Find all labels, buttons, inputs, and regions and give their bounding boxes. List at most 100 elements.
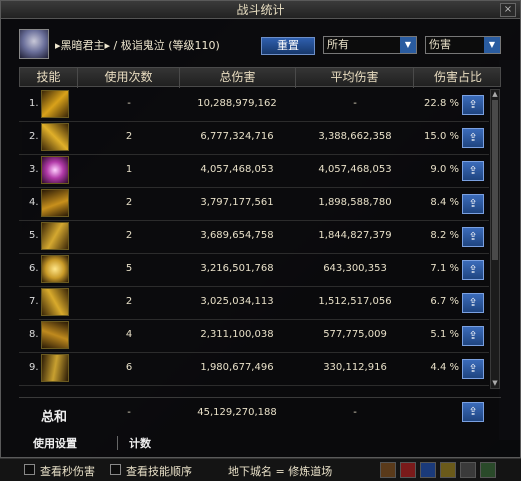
row-total: 2,311,100,038 <box>200 329 274 340</box>
row-count: 2 <box>125 230 133 241</box>
tab-divider <box>117 436 118 450</box>
skill-order-label: 查看技能顺序 <box>126 465 192 478</box>
tab-settings[interactable]: 使用设置 <box>33 435 77 451</box>
skill-icon <box>41 222 69 250</box>
status-bar: 查看秒伤害 查看技能顺序 地下城名 = 修炼道场 <box>0 458 521 481</box>
share-icon[interactable]: ⇪ <box>462 260 484 280</box>
menu-icon[interactable] <box>480 462 496 478</box>
chevron-down-icon[interactable]: ▼ <box>484 37 500 53</box>
col-total[interactable]: 总伤害 <box>180 68 296 88</box>
total-damage: 45,129,270,188 <box>197 407 277 418</box>
share-icon[interactable]: ⇪ <box>462 227 484 247</box>
row-count: 2 <box>125 296 133 307</box>
row-count: 2 <box>125 131 133 142</box>
scroll-up-icon[interactable]: ▲ <box>491 90 499 99</box>
row-total: 3,025,034,113 <box>200 296 274 307</box>
row-total: 4,057,468,053 <box>200 164 274 175</box>
row-total: 1,980,677,496 <box>200 362 274 373</box>
row-avg: - <box>353 98 357 109</box>
row-rank: 7. <box>29 296 39 307</box>
share-icon[interactable]: ⇪ <box>462 194 484 214</box>
row-count: 6 <box>125 362 133 373</box>
row-count: 2 <box>125 197 133 208</box>
table-header: 技能 使用次数 总伤害 平均伤害 伤害占比 <box>19 67 502 88</box>
character-avatar <box>19 29 49 59</box>
table-row: 1. - 10,288,979,162 - 22.8 % ⇪ <box>19 89 489 122</box>
col-avg[interactable]: 平均伤害 <box>296 68 414 88</box>
row-rank: 5. <box>29 230 39 241</box>
row-total: 3,216,501,768 <box>200 263 274 274</box>
total-row: 总和 - 45,129,270,188 - ⇪ <box>19 397 501 427</box>
row-avg: 1,844,827,379 <box>318 230 392 241</box>
mp-potion-icon[interactable] <box>420 462 436 478</box>
row-share: 8.2 % <box>430 230 459 241</box>
row-total: 10,288,979,162 <box>197 98 277 109</box>
row-avg: 1,512,517,056 <box>318 296 392 307</box>
row-share: 15.0 % <box>424 131 459 142</box>
character-name: ▸黑暗君主▸ / 极诣鬼泣 (等级110) <box>55 39 220 52</box>
buff-icon[interactable] <box>440 462 456 478</box>
table-row: 8. 4 2,311,100,038 577,775,009 5.1 % ⇪ <box>19 320 489 353</box>
row-rank: 4. <box>29 197 39 208</box>
share-icon[interactable]: ⇪ <box>462 293 484 313</box>
share-icon[interactable]: ⇪ <box>462 128 484 148</box>
inventory-icon[interactable] <box>380 462 396 478</box>
chevron-down-icon[interactable]: ▼ <box>400 37 416 53</box>
share-icon[interactable]: ⇪ <box>462 95 484 115</box>
skill-icon <box>41 189 69 217</box>
share-icon[interactable]: ⇪ <box>462 402 484 422</box>
col-count[interactable]: 使用次数 <box>78 68 180 88</box>
row-rank: 9. <box>29 362 39 373</box>
total-avg: - <box>353 407 357 418</box>
row-share: 8.4 % <box>430 197 459 208</box>
metric-select[interactable]: 伤害 ▼ <box>425 36 501 54</box>
row-avg: 577,775,009 <box>323 329 387 340</box>
dungeon-name: 地下城名 = 修炼道场 <box>228 465 333 478</box>
reset-button[interactable]: 重置 <box>261 37 315 55</box>
combat-stats-window: 战斗统计 × ▸黑暗君主▸ / 极诣鬼泣 (等级110) 重置 所有 ▼ 伤害 … <box>0 0 521 458</box>
share-icon[interactable]: ⇪ <box>462 161 484 181</box>
close-button[interactable]: × <box>500 3 516 17</box>
row-avg: 643,300,353 <box>323 263 387 274</box>
row-count: 1 <box>125 164 133 175</box>
tab-count[interactable]: 计数 <box>129 435 151 451</box>
quickslot-icon[interactable] <box>460 462 476 478</box>
row-avg: 1,898,588,780 <box>318 197 392 208</box>
bottom-tabs: 使用设置 计数 <box>19 433 501 453</box>
row-rank: 8. <box>29 329 39 340</box>
share-icon[interactable]: ⇪ <box>462 359 484 379</box>
row-total: 6,777,324,716 <box>200 131 274 142</box>
row-total: 3,689,654,758 <box>200 230 274 241</box>
second-dmg-checkbox[interactable] <box>24 464 35 475</box>
row-count: - <box>127 98 131 109</box>
col-share[interactable]: 伤害占比 <box>414 68 502 88</box>
row-rank: 6. <box>29 263 39 274</box>
skill-icon <box>41 123 69 151</box>
second-dmg-label: 查看秒伤害 <box>40 465 95 478</box>
row-total: 3,797,177,561 <box>200 197 274 208</box>
scroll-thumb[interactable] <box>492 100 498 260</box>
scroll-down-icon[interactable]: ▼ <box>491 379 499 388</box>
skill-icon <box>41 354 69 382</box>
table-row: 2. 2 6,777,324,716 3,388,662,358 15.0 % … <box>19 122 489 155</box>
table-row: 6. 5 3,216,501,768 643,300,353 7.1 % ⇪ <box>19 254 489 287</box>
share-icon[interactable]: ⇪ <box>462 326 484 346</box>
hp-potion-icon[interactable] <box>400 462 416 478</box>
window-titlebar[interactable]: 战斗统计 × <box>1 1 520 19</box>
filter-select[interactable]: 所有 ▼ <box>323 36 417 54</box>
col-skill[interactable]: 技能 <box>20 68 78 88</box>
table-row: 4. 2 3,797,177,561 1,898,588,780 8.4 % ⇪ <box>19 188 489 221</box>
metric-select-value: 伤害 <box>429 38 451 51</box>
table-row: 7. 2 3,025,034,113 1,512,517,056 6.7 % ⇪ <box>19 287 489 320</box>
skill-icon <box>41 321 69 349</box>
skill-order-checkbox[interactable] <box>110 464 121 475</box>
row-share: 7.1 % <box>430 263 459 274</box>
row-share: 4.4 % <box>430 362 459 373</box>
table-row: 5. 2 3,689,654,758 1,844,827,379 8.2 % ⇪ <box>19 221 489 254</box>
table-scrollbar[interactable]: ▲ ▼ <box>490 89 500 389</box>
character-info: ▸黑暗君主▸ / 极诣鬼泣 (等级110) 重置 所有 ▼ 伤害 ▼ <box>19 29 505 59</box>
row-rank: 1. <box>29 98 39 109</box>
skill-icon <box>41 156 69 184</box>
skill-icon <box>41 90 69 118</box>
skill-icon <box>41 255 69 283</box>
